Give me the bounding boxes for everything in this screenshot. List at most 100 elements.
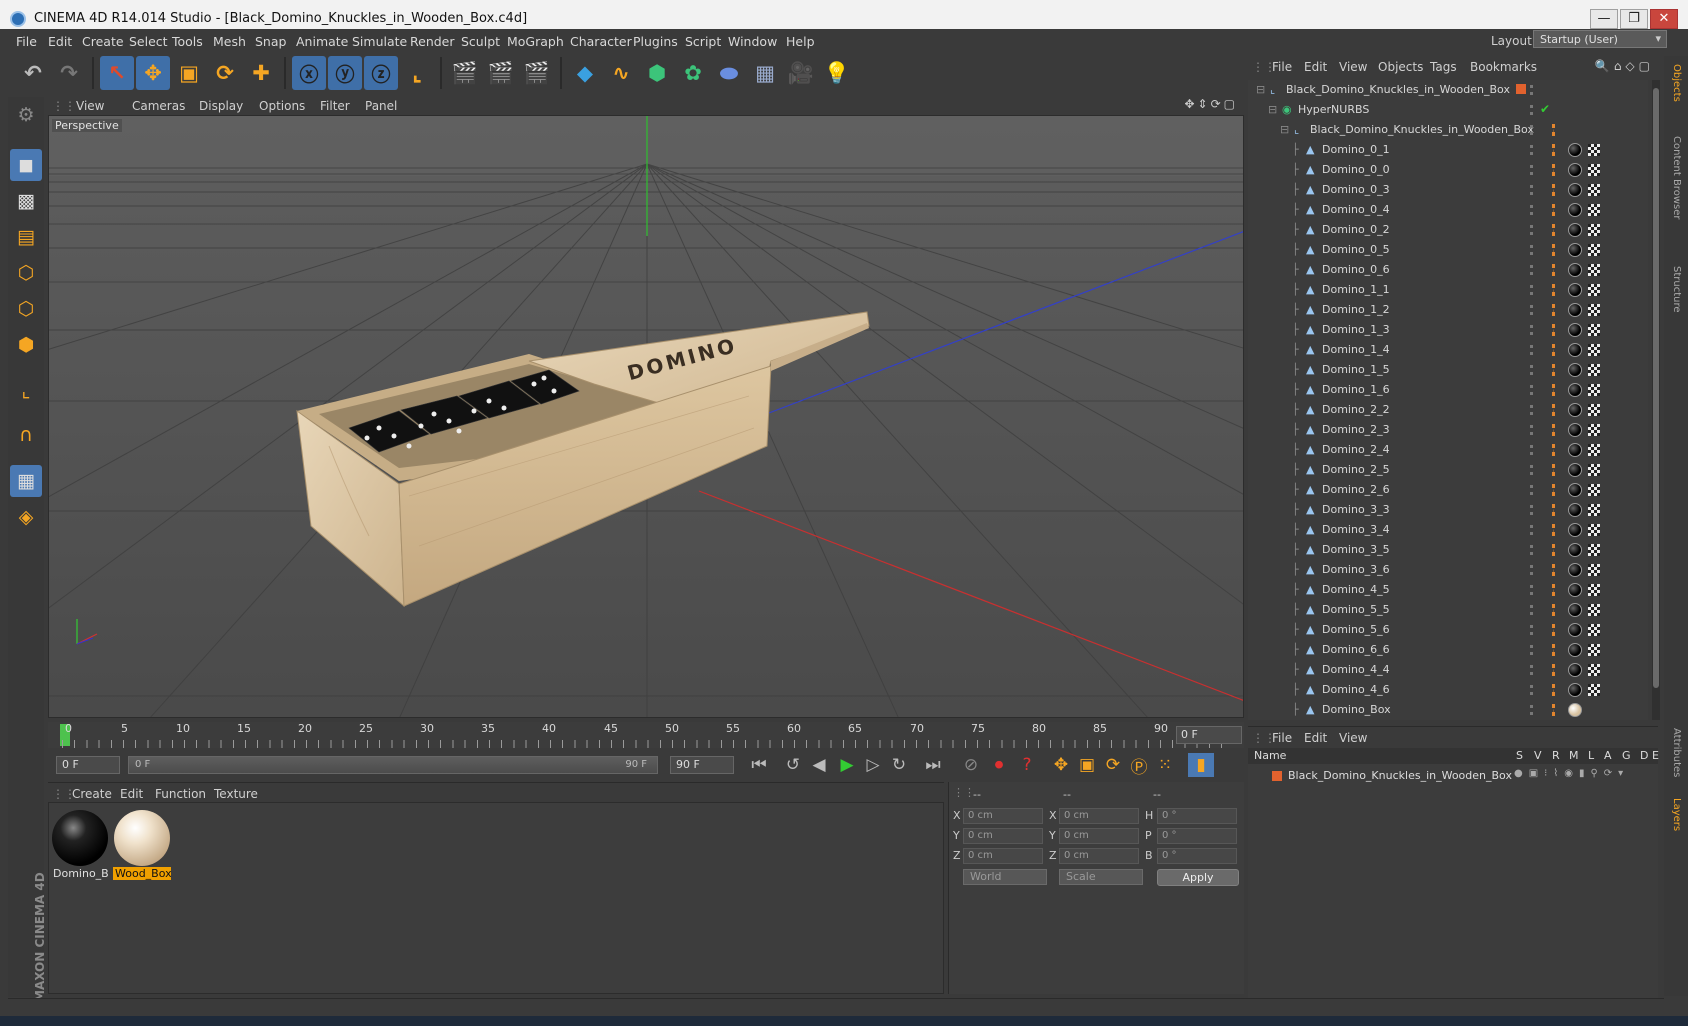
uvw-tag-icon[interactable] bbox=[1588, 284, 1600, 296]
edges-mode-icon[interactable]: ⬡ bbox=[10, 293, 42, 325]
uvw-tag-icon[interactable] bbox=[1588, 244, 1600, 256]
material-tag-icon[interactable] bbox=[1568, 383, 1582, 397]
uvw-tag-icon[interactable] bbox=[1588, 464, 1600, 476]
render-settings-icon[interactable]: 🎬 bbox=[520, 56, 554, 90]
phong-tag-icon[interactable] bbox=[1552, 704, 1560, 716]
uvw-tag-icon[interactable] bbox=[1588, 424, 1600, 436]
step-back-icon[interactable]: ◀ bbox=[806, 753, 832, 777]
material-tag-icon[interactable] bbox=[1568, 443, 1582, 457]
visibility-dots-icon[interactable] bbox=[1530, 465, 1536, 475]
uvw-tag-icon[interactable] bbox=[1588, 384, 1600, 396]
uvw-tag-icon[interactable] bbox=[1588, 184, 1600, 196]
collapse-icon[interactable]: ⊟ bbox=[1256, 83, 1268, 96]
uvw-tag-icon[interactable] bbox=[1588, 604, 1600, 616]
uvw-tag-icon[interactable] bbox=[1588, 164, 1600, 176]
material-menu-create[interactable]: Create bbox=[72, 787, 112, 801]
phong-tag-icon[interactable] bbox=[1552, 364, 1560, 376]
record-parameter-icon[interactable]: Ⓟ bbox=[1126, 753, 1152, 778]
object-row[interactable]: ├ ▲ Domino_0_2 bbox=[1248, 220, 1648, 240]
uvw-tag-icon[interactable] bbox=[1588, 344, 1600, 356]
visibility-dots-icon[interactable] bbox=[1530, 385, 1536, 395]
visibility-dots-icon[interactable] bbox=[1530, 305, 1536, 315]
object-row[interactable]: ├ ▲ Domino_3_5 bbox=[1248, 540, 1648, 560]
objects-menu-view[interactable]: View bbox=[1339, 60, 1367, 74]
visibility-dots-icon[interactable] bbox=[1530, 125, 1536, 135]
object-row[interactable]: ├ ▲ Domino_0_5 bbox=[1248, 240, 1648, 260]
uvw-tag-icon[interactable] bbox=[1588, 264, 1600, 276]
object-row[interactable]: ├ ▲ Domino_1_6 bbox=[1248, 380, 1648, 400]
objects-menu-tags[interactable]: Tags bbox=[1430, 60, 1457, 74]
phong-tag-icon[interactable] bbox=[1552, 224, 1560, 236]
autokeying-icon[interactable]: ⏺ bbox=[986, 753, 1012, 777]
rotation-p-field[interactable]: 0 ° bbox=[1157, 828, 1237, 844]
menu-mesh[interactable]: Mesh bbox=[213, 34, 246, 49]
tab-objects[interactable]: Objects bbox=[1671, 64, 1682, 102]
preview-range-slider[interactable]: 0 F 90 F bbox=[128, 756, 658, 774]
visibility-dots-icon[interactable] bbox=[1530, 185, 1536, 195]
material-tag-icon[interactable] bbox=[1568, 243, 1582, 257]
material-tag-icon[interactable] bbox=[1568, 303, 1582, 317]
keyframe-selection-icon[interactable]: ? bbox=[1014, 753, 1040, 777]
cube-primitive-icon[interactable]: ◆ bbox=[568, 56, 602, 90]
uvw-tag-icon[interactable] bbox=[1588, 584, 1600, 596]
uvw-tag-icon[interactable] bbox=[1588, 684, 1600, 696]
tab-layers[interactable]: Layers bbox=[1671, 798, 1682, 831]
apply-button[interactable]: Apply bbox=[1157, 869, 1239, 886]
visibility-dots-icon[interactable] bbox=[1530, 405, 1536, 415]
coordinate-mode-dropdown[interactable]: World bbox=[963, 869, 1047, 885]
visibility-dots-icon[interactable] bbox=[1530, 525, 1536, 535]
objects-menu-file[interactable]: File bbox=[1272, 60, 1292, 74]
material-menu-edit[interactable]: Edit bbox=[120, 787, 143, 801]
material-tag-icon[interactable] bbox=[1568, 323, 1582, 337]
workplane-mode-icon[interactable]: ▤ bbox=[10, 221, 42, 253]
visibility-dots-icon[interactable] bbox=[1530, 85, 1536, 95]
material-tag-icon[interactable] bbox=[1568, 463, 1582, 477]
menu-mograph[interactable]: MoGraph bbox=[507, 34, 564, 49]
visibility-dots-icon[interactable] bbox=[1530, 625, 1536, 635]
material-tag-icon[interactable] bbox=[1568, 283, 1582, 297]
object-row[interactable]: ├ ▲ Domino_4_4 bbox=[1248, 660, 1648, 680]
close-button[interactable]: ✕ bbox=[1650, 9, 1678, 29]
phong-tag-icon[interactable] bbox=[1552, 504, 1560, 516]
objects-menu-edit[interactable]: Edit bbox=[1304, 60, 1327, 74]
object-row[interactable]: ├ ▲ Domino_2_2 bbox=[1248, 400, 1648, 420]
visibility-dots-icon[interactable] bbox=[1530, 165, 1536, 175]
object-row[interactable]: ├ ▲ Domino_Box bbox=[1248, 700, 1648, 720]
viewport-menu-panel[interactable]: Panel bbox=[365, 99, 397, 113]
position-z-field[interactable]: 0 cm bbox=[963, 848, 1043, 864]
object-row[interactable]: ⊟ ⌞ Black_Domino_Knuckles_in_Wooden_Box bbox=[1248, 120, 1648, 140]
phong-tag-icon[interactable] bbox=[1552, 664, 1560, 676]
phong-tag-icon[interactable] bbox=[1552, 624, 1560, 636]
live-selection-icon[interactable]: ↖ bbox=[100, 56, 134, 90]
material-tag-icon[interactable] bbox=[1568, 423, 1582, 437]
render-picture-viewer-icon[interactable]: 🎬 bbox=[484, 56, 518, 90]
layers-menu-edit[interactable]: Edit bbox=[1304, 731, 1327, 745]
record-active-objects-icon[interactable]: ⊘ bbox=[958, 753, 984, 777]
undo-icon[interactable]: ↶ bbox=[16, 56, 50, 90]
position-x-field[interactable]: 0 cm bbox=[963, 808, 1043, 824]
object-row[interactable]: ├ ▲ Domino_4_6 bbox=[1248, 680, 1648, 700]
x-axis-lock-icon[interactable]: ⓧ bbox=[292, 56, 326, 90]
phong-tag-icon[interactable] bbox=[1552, 264, 1560, 276]
object-row[interactable]: ├ ▲ Domino_0_6 bbox=[1248, 260, 1648, 280]
solo-mode-icon[interactable]: ◈ bbox=[10, 501, 42, 533]
material-tag-icon[interactable] bbox=[1568, 623, 1582, 637]
phong-tag-icon[interactable] bbox=[1552, 184, 1560, 196]
viewport-menu-options[interactable]: Options bbox=[259, 99, 305, 113]
material-tag-icon[interactable] bbox=[1568, 543, 1582, 557]
uvw-tag-icon[interactable] bbox=[1588, 484, 1600, 496]
object-manager-toolbar-icons[interactable]: 🔍⌂◇▢ bbox=[1595, 59, 1654, 73]
scale-icon[interactable]: ▣ bbox=[172, 56, 206, 90]
position-y-field[interactable]: 0 cm bbox=[963, 828, 1043, 844]
end-frame-field[interactable]: 90 F bbox=[670, 756, 734, 774]
uvw-tag-icon[interactable] bbox=[1588, 504, 1600, 516]
go-to-end-icon[interactable]: ⏭ bbox=[920, 753, 946, 777]
record-position-icon[interactable]: ✥ bbox=[1048, 753, 1074, 777]
layer-color-icon[interactable] bbox=[1516, 84, 1526, 94]
step-forward-icon[interactable]: ▷ bbox=[860, 753, 886, 777]
menu-script[interactable]: Script bbox=[685, 34, 721, 49]
menu-select[interactable]: Select bbox=[129, 34, 168, 49]
visibility-dots-icon[interactable] bbox=[1530, 545, 1536, 555]
visibility-dots-icon[interactable] bbox=[1530, 665, 1536, 675]
phong-tag-icon[interactable] bbox=[1552, 124, 1560, 136]
